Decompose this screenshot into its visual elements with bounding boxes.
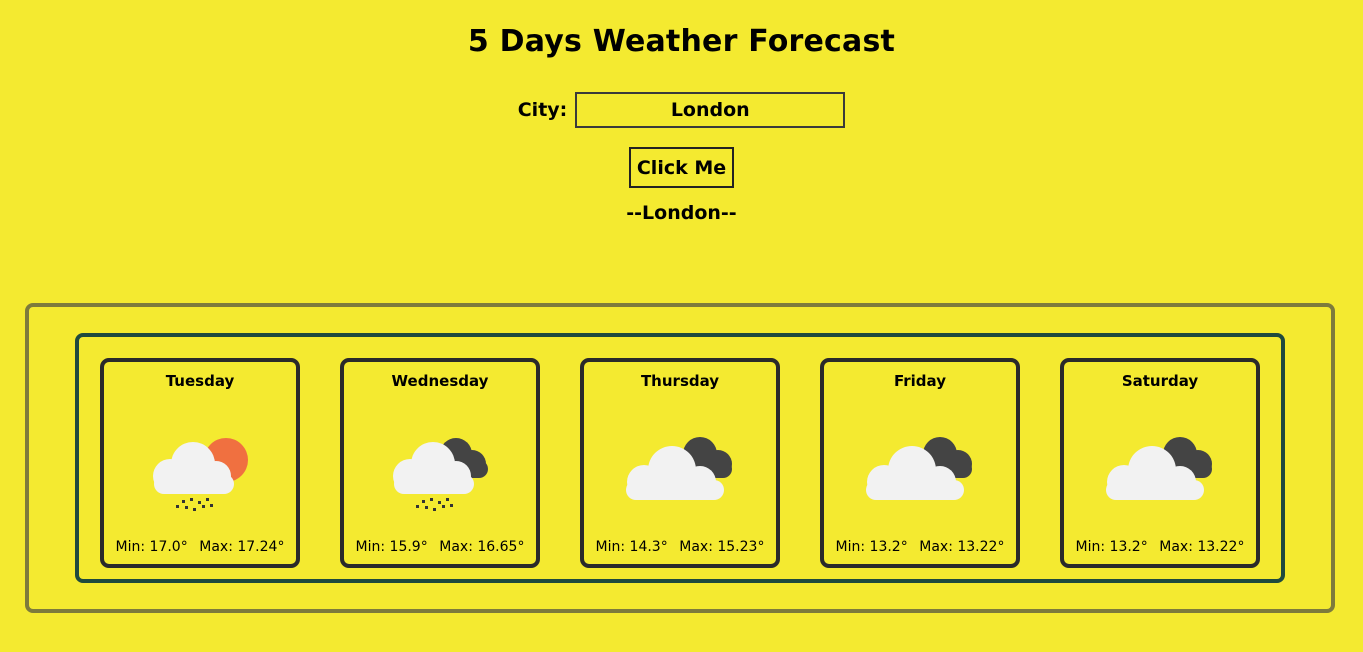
- click-me-button[interactable]: Click Me: [628, 147, 735, 188]
- max-temp: Max: 13.22°: [1159, 539, 1245, 555]
- min-temp: Min: 14.3°: [595, 539, 668, 555]
- forecast-card-wednesday: Wednesday Min: 15.9° Max: 16.65°: [340, 358, 540, 568]
- page-title: 5 Days Weather Forecast: [467, 24, 896, 59]
- min-temp: Min: 13.2°: [1075, 539, 1148, 555]
- card-temps: Min: 13.2° Max: 13.22°: [824, 539, 1016, 555]
- forecast-card-saturday: Saturday Min: 13.2° Max: 13.22°: [1060, 358, 1260, 568]
- card-day-label: Saturday: [1121, 372, 1199, 390]
- max-temp: Max: 16.65°: [439, 539, 525, 555]
- card-day-label: Friday: [893, 372, 946, 390]
- min-temp: Min: 13.2°: [835, 539, 908, 555]
- dark-cloud-rain-icon: [393, 438, 488, 511]
- city-input[interactable]: [575, 92, 846, 128]
- broken-clouds-icon: [1106, 437, 1212, 500]
- card-day-label: Tuesday: [165, 372, 235, 390]
- card-day-label: Wednesday: [391, 372, 489, 390]
- broken-clouds-icon: [866, 437, 972, 500]
- card-temps: Min: 14.3° Max: 15.23°: [584, 539, 776, 555]
- card-day-label: Thursday: [640, 372, 720, 390]
- max-temp: Max: 13.22°: [919, 539, 1005, 555]
- card-temps: Min: 17.0° Max: 17.24°: [104, 539, 296, 555]
- max-temp: Max: 17.24°: [199, 539, 285, 555]
- broken-clouds-icon: [626, 437, 732, 500]
- min-temp: Min: 17.0°: [115, 539, 188, 555]
- forecast-card-friday: Friday Min: 13.2° Max: 13.22°: [820, 358, 1020, 568]
- card-temps: Min: 13.2° Max: 13.22°: [1064, 539, 1256, 555]
- city-search-row: City:: [0, 92, 1363, 128]
- forecast-card-thursday: Thursday Min: 14.3° Max: 15.23°: [580, 358, 780, 568]
- forecast-card-tuesday: Tuesday Min: 17.0° Max: 17.24°: [100, 358, 300, 568]
- card-temps: Min: 15.9° Max: 16.65°: [344, 539, 536, 555]
- button-row: Click Me: [0, 147, 1363, 188]
- weather-page: 5 Days Weather Forecast City: Click Me -…: [0, 0, 1363, 652]
- min-temp: Min: 15.9°: [355, 539, 428, 555]
- city-label: City:: [517, 99, 568, 121]
- city-heading: --London--: [626, 202, 737, 224]
- max-temp: Max: 15.23°: [679, 539, 765, 555]
- sun-cloud-rain-icon: [153, 438, 248, 511]
